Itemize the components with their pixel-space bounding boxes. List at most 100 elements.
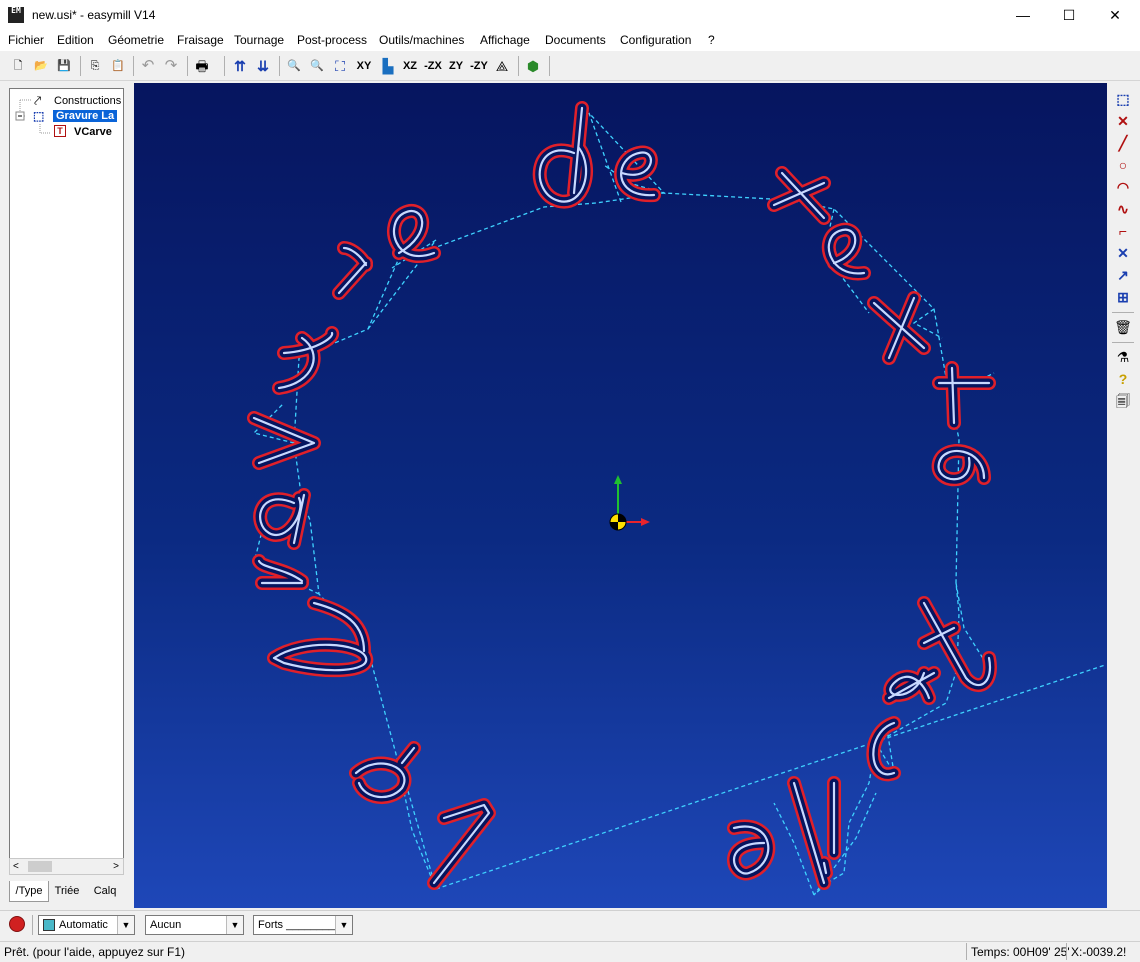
minimize-button[interactable]: — <box>1000 0 1046 30</box>
view-3d-icon[interactable]: ⬢ <box>524 56 542 76</box>
toolbar-separator <box>133 56 134 76</box>
status-bar: Prêt. (pour l'aide, appuyez sur F1) Temp… <box>0 941 1140 962</box>
menu-post-process[interactable]: Post-process <box>297 33 367 47</box>
menu-affichage[interactable]: Affichage <box>480 33 530 47</box>
menu-documents[interactable]: Documents <box>545 33 606 47</box>
tree-horizontal-scrollbar[interactable]: < > <box>9 858 124 875</box>
cam-viewport[interactable] <box>134 83 1107 908</box>
menu-bar: Fichier Edition Géometrie Fraisage Tourn… <box>0 30 1140 51</box>
arc-icon[interactable]: ◠ <box>1113 177 1133 197</box>
constructions-icon: ⤤ <box>34 93 42 108</box>
toolbar-separator <box>518 56 519 76</box>
chevron-down-icon[interactable]: ▼ <box>226 916 243 934</box>
line-weight-select[interactable]: Forts ________ ▼ <box>253 915 353 935</box>
tab-triee[interactable]: Triée <box>49 881 85 901</box>
menu-geometrie[interactable]: Géometrie <box>108 33 164 47</box>
menu-fichier[interactable]: Fichier <box>8 33 44 47</box>
view-iso-icon[interactable]: ⟁ <box>492 56 512 76</box>
tab-type[interactable]: /Type <box>9 881 49 902</box>
view-side-icon[interactable]: ▙ <box>378 56 398 76</box>
toolpath-drawing <box>247 101 1106 896</box>
maximize-button[interactable]: ☐ <box>1046 0 1092 30</box>
dimension-icon[interactable]: ⊞ <box>1113 287 1133 307</box>
line-weight-value: Forts ________ <box>258 919 336 931</box>
zoom-fit-icon[interactable]: ⛶ <box>331 56 349 76</box>
menu-configuration[interactable]: Configuration <box>620 33 691 47</box>
main-toolbar: 🗋 📂 💾 ⎘ 📋 ↶ ↷ 🖶 ⇈ ⇊ 🔍 🔍 ⛶ XY ▙ XZ -ZX ZY… <box>0 52 1140 81</box>
view-xz-button[interactable]: XZ <box>399 56 421 76</box>
color-mode-select[interactable]: Automatic ▼ <box>38 915 135 935</box>
menu-fraisage[interactable]: Fraisage <box>177 33 224 47</box>
toolbar-separator <box>32 915 33 935</box>
toolbar-separator <box>1112 312 1134 313</box>
origin-axes <box>609 475 650 531</box>
title-bar: EM new.usi* - easymill V14 — ☐ ✕ <box>0 0 1140 30</box>
project-panel: ⤤ Constructions ⬚ Gravure La T VCarve < … <box>4 83 127 905</box>
panel-tabs: /Type Triée Calq <box>9 881 124 903</box>
tree-item-vcarve[interactable]: VCarve <box>74 126 112 138</box>
print-icon[interactable]: 🖶 <box>193 56 211 76</box>
copy-icon[interactable]: ⎘ <box>86 56 104 76</box>
select-box-icon[interactable]: ⬚ <box>1113 89 1133 109</box>
status-separator <box>1066 943 1067 960</box>
zoom-in-icon[interactable]: 🔍 <box>308 56 326 76</box>
tab-calq[interactable]: Calq <box>87 881 123 901</box>
view-minus-zx-button[interactable]: -ZX <box>422 56 444 76</box>
redo-icon[interactable]: ↷ <box>162 56 180 76</box>
open-folder-icon[interactable]: 📂 <box>32 56 50 76</box>
view-xy-button[interactable]: XY <box>353 56 375 76</box>
status-message: Prêt. (pour l'aide, appuyez sur F1) <box>4 945 186 959</box>
menu-help[interactable]: ? <box>708 33 715 47</box>
new-file-icon[interactable]: 🗋 <box>9 56 27 76</box>
properties-icon[interactable]: ⚗ <box>1113 347 1133 367</box>
gravure-icon: ⬚ <box>33 109 45 123</box>
tool-color-icon[interactable] <box>9 916 25 932</box>
menu-edition[interactable]: Edition <box>57 33 94 47</box>
undo-icon[interactable]: ↶ <box>139 56 157 76</box>
menu-tournage[interactable]: Tournage <box>234 33 284 47</box>
save-icon[interactable]: 💾 <box>55 56 73 76</box>
move-icon[interactable]: ↗ <box>1113 265 1133 285</box>
scroll-thumb[interactable] <box>28 861 52 872</box>
zoom-out-icon[interactable]: 🔍 <box>285 56 303 76</box>
toolbar-separator <box>80 56 81 76</box>
point-cross-icon[interactable]: ✕ <box>1113 111 1133 131</box>
delete-icon[interactable]: 🗑 <box>1113 317 1133 337</box>
filter-select[interactable]: Aucun ▼ <box>145 915 244 935</box>
circle-icon[interactable]: ○ <box>1113 155 1133 175</box>
geometry-toolbar: ⬚ ✕ ╱ ○ ◠ ∿ ⌐ ✕ ↗ ⊞ 🗑 ⚗ ? 🗐 <box>1110 85 1136 415</box>
tree-item-gravure[interactable]: Gravure La <box>53 110 118 122</box>
app-icon: EM <box>8 7 24 23</box>
project-tree: ⤤ Constructions ⬚ Gravure La T VCarve <box>9 88 124 860</box>
corner-icon[interactable]: ⌐ <box>1113 221 1133 241</box>
window-title: new.usi* - easymill V14 <box>32 8 156 22</box>
menu-outils-machines[interactable]: Outils/machines <box>379 33 464 47</box>
engraving-letters <box>247 101 997 890</box>
scroll-left-icon[interactable]: < <box>13 859 19 874</box>
toolbar-separator <box>224 56 225 76</box>
line-icon[interactable]: ╱ <box>1113 133 1133 153</box>
toolbar-separator <box>187 56 188 76</box>
color-mode-value: Automatic <box>59 919 108 931</box>
status-coordinate: X:-0039.2! <box>1071 945 1127 959</box>
close-button[interactable]: ✕ <box>1092 0 1138 30</box>
layers-icon[interactable]: 🗐 <box>1113 391 1133 411</box>
toolbar-separator <box>279 56 280 76</box>
view-minus-zy-button[interactable]: -ZY <box>468 56 490 76</box>
trim-icon[interactable]: ✕ <box>1113 243 1133 263</box>
status-separator <box>966 943 967 960</box>
filter-value: Aucun <box>150 919 182 931</box>
vcarve-icon: T <box>54 125 66 137</box>
spline-icon[interactable]: ∿ <box>1113 199 1133 219</box>
rapid-moves <box>252 112 1106 896</box>
tree-item-constructions[interactable]: Constructions <box>54 95 121 107</box>
toolpath-up-icon[interactable]: ⇈ <box>231 56 249 76</box>
color-swatch <box>43 919 55 931</box>
chevron-down-icon[interactable]: ▼ <box>335 916 352 934</box>
scroll-right-icon[interactable]: > <box>113 859 119 874</box>
help-icon[interactable]: ? <box>1113 369 1133 389</box>
view-zy-button[interactable]: ZY <box>445 56 467 76</box>
chevron-down-icon[interactable]: ▼ <box>117 916 134 934</box>
paste-icon[interactable]: 📋 <box>109 56 127 76</box>
toolpath-down-icon[interactable]: ⇊ <box>254 56 272 76</box>
